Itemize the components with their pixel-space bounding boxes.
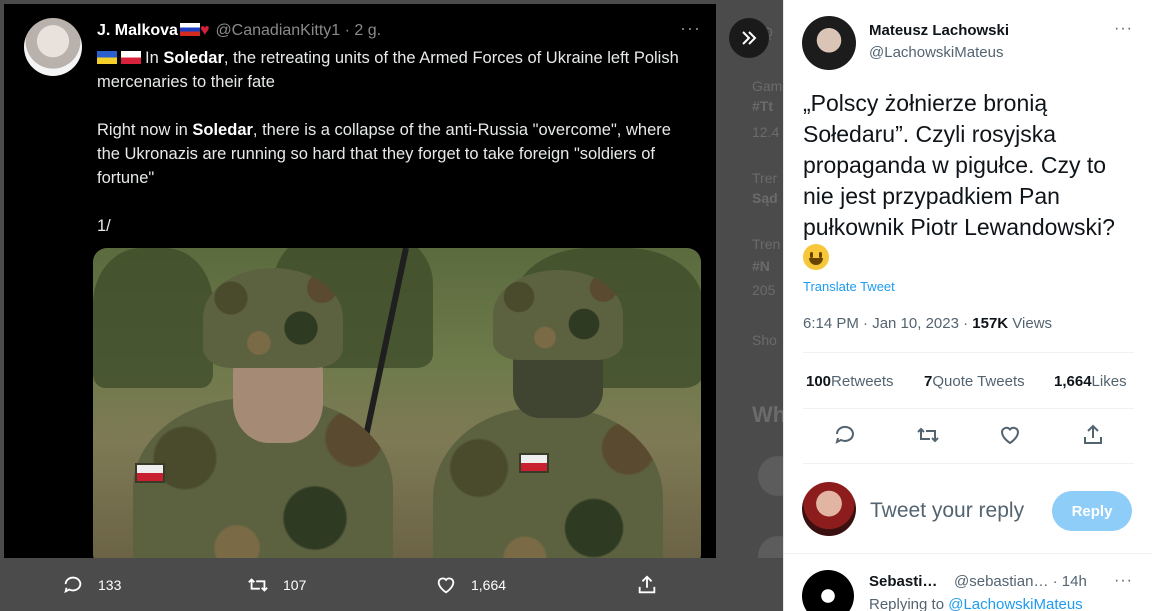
- quoted-header: J. Malkova ♥ @CanadianKitty1 · 2 g.: [97, 22, 381, 40]
- ghost-text: 205: [752, 282, 776, 298]
- poland-flag-icon: [121, 51, 141, 64]
- ghost-text: Tren: [752, 236, 781, 252]
- reply-input[interactable]: Tweet your reply: [870, 499, 1024, 523]
- chevron-double-right-icon: [742, 31, 757, 45]
- likes-stat[interactable]: 1,664 Likes: [1054, 373, 1127, 390]
- timestamp[interactable]: 6:14 PM · Jan 10, 2023 ·: [803, 315, 972, 332]
- divider: [803, 352, 1134, 353]
- quoted-handle-time: @CanadianKitty1 · 2 g.: [215, 22, 382, 39]
- soldiers-photo: [93, 248, 701, 558]
- poland-patch: [519, 453, 549, 473]
- ghost-text: Sąd: [752, 190, 778, 206]
- author-name[interactable]: Mateusz Lachowski: [869, 22, 1009, 39]
- quoted-avatar: [24, 18, 82, 76]
- quote-tweets-stat[interactable]: 7 Quote Tweets: [924, 373, 1025, 390]
- reply-author-avatar[interactable]: [802, 570, 854, 611]
- ghost-text: Sho: [752, 332, 777, 348]
- replying-to: Replying to @LachowskiMateus: [869, 596, 1083, 611]
- heart-icon: ♥: [199, 22, 210, 39]
- more-icon[interactable]: ···: [1114, 20, 1133, 38]
- grinning-face-emoji-icon: [803, 244, 829, 270]
- like-count: 1,664: [471, 576, 507, 593]
- reply-author-name[interactable]: Sebasti…: [869, 573, 937, 590]
- tweet-text: „Polscy żołnierze bronią Sołedaru”. Czyl…: [803, 88, 1143, 274]
- views-count: 157K: [972, 315, 1009, 332]
- retweets-stat[interactable]: 100 Retweets: [806, 373, 894, 390]
- author-avatar[interactable]: [802, 16, 856, 70]
- share-icon[interactable]: [1081, 423, 1105, 447]
- retweet-icon[interactable]: [916, 423, 940, 447]
- like-icon[interactable]: [998, 423, 1022, 447]
- more-icon[interactable]: ···: [1114, 572, 1133, 590]
- ghost-text: #Tt: [752, 98, 773, 114]
- reply-action[interactable]: 133: [62, 558, 121, 611]
- like-icon: [437, 577, 455, 593]
- translate-tweet-link[interactable]: Translate Tweet: [803, 279, 895, 294]
- media-image: J. Malkova ♥ @CanadianKitty1 · 2 g. ··· In…: [4, 4, 716, 558]
- reply-count: 133: [98, 576, 122, 593]
- quoted-name: J. Malkova: [97, 22, 178, 39]
- divider: [784, 553, 1152, 554]
- ghost-avatar: [758, 456, 783, 496]
- divider: [803, 408, 1134, 409]
- tweet-panel: Mateusz Lachowski @LachowskiMateus ··· „…: [783, 0, 1152, 611]
- reply-icon[interactable]: [833, 423, 857, 447]
- share-icon: [638, 574, 656, 593]
- reply-icon: [64, 576, 82, 593]
- views-label: Views: [1008, 315, 1053, 332]
- tweet-meta: 6:14 PM · Jan 10, 2023 · 157K Views: [803, 315, 1052, 332]
- reply-author-handle-time[interactable]: @sebastian… · 14h: [954, 573, 1087, 590]
- ghost-text: Trer: [752, 170, 778, 186]
- ukraine-flag-icon: [97, 51, 117, 64]
- divider: [803, 463, 1134, 464]
- more-icon: ···: [680, 18, 701, 38]
- ghost-text: #N: [752, 258, 770, 274]
- retweet-count: 107: [283, 576, 307, 593]
- tweet-actions: [784, 423, 1152, 451]
- poland-patch: [135, 463, 165, 483]
- like-action[interactable]: 1,664: [435, 558, 506, 611]
- replying-to-handle-link[interactable]: @LachowskiMateus: [948, 596, 1082, 611]
- quoted-text: In Soledar, the retreating units of the …: [97, 49, 679, 235]
- expand-button[interactable]: [729, 18, 769, 58]
- russia-flag-icon: [179, 23, 200, 36]
- reply-button[interactable]: Reply: [1052, 491, 1132, 531]
- author-handle[interactable]: @LachowskiMateus: [869, 44, 1003, 61]
- media-action-bar: 133 107 1,664: [0, 558, 783, 611]
- ghost-text: Gam: [752, 78, 783, 94]
- retweet-action[interactable]: 107: [247, 558, 306, 611]
- ghost-text: 12.4: [752, 124, 780, 140]
- share-action[interactable]: [636, 558, 672, 611]
- retweet-icon: [248, 577, 268, 592]
- ghost-text: Wh: [752, 402, 783, 427]
- current-user-avatar: [802, 482, 856, 536]
